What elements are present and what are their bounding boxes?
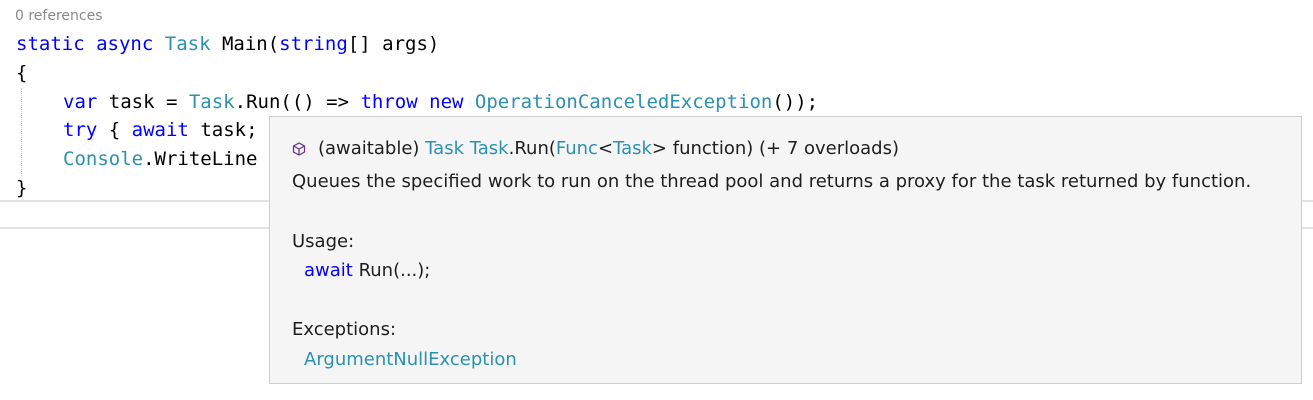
type-console[interactable]: Console xyxy=(63,148,143,170)
method-name: Main( xyxy=(221,33,280,55)
sig-prefix: (awaitable) xyxy=(318,138,420,159)
codelens-references[interactable]: 0 references xyxy=(15,8,103,24)
usage-heading: Usage: xyxy=(292,231,355,252)
tooltip-description: Queues the specified work to run on the … xyxy=(292,171,1252,192)
code-line-open-brace[interactable]: { xyxy=(16,59,27,88)
code-text: ()); xyxy=(772,91,819,113)
open-brace: { xyxy=(16,62,28,84)
sig-param-type[interactable]: Func xyxy=(556,138,598,159)
sig-lt: < xyxy=(597,138,614,159)
keyword-await: await xyxy=(131,119,189,141)
code-text: .Run(() => xyxy=(234,91,361,113)
usage-keyword-await: await xyxy=(304,260,353,281)
keyword-new: new xyxy=(429,91,464,113)
code-text: task = xyxy=(108,91,189,113)
tooltip-signature: (awaitable) Task Task.Run(Func<Task> fun… xyxy=(292,138,899,159)
code-line-close-brace[interactable]: } xyxy=(16,174,27,203)
exceptions-heading: Exceptions: xyxy=(292,319,397,340)
close-brace: } xyxy=(16,177,28,199)
code-text: { xyxy=(108,119,132,141)
sig-param-generic[interactable]: Task xyxy=(613,138,652,159)
type-task: Task xyxy=(164,33,211,55)
code-line-console[interactable]: Console.WriteLine xyxy=(63,145,257,174)
type-task[interactable]: Task xyxy=(189,91,235,113)
params-tail: [] args) xyxy=(347,33,440,55)
keyword-try: try xyxy=(63,119,98,141)
sig-rest: > function) (+ 7 overloads) xyxy=(651,138,900,159)
code-text: task; xyxy=(200,119,258,141)
indent-guide xyxy=(21,88,22,176)
quickinfo-tooltip: (awaitable) Task Task.Run(Func<Task> fun… xyxy=(269,116,1302,384)
type-operation-canceled-exception[interactable]: OperationCanceledException xyxy=(475,91,772,113)
keyword-async: async xyxy=(96,33,154,55)
keyword-string: string xyxy=(279,33,348,55)
sig-class[interactable]: Task xyxy=(470,138,509,159)
code-line-method-signature[interactable]: static async Task Main(string[] args) xyxy=(16,30,439,59)
code-text: .WriteLine xyxy=(143,148,258,170)
keyword-static: static xyxy=(16,33,85,55)
sig-method: .Run( xyxy=(508,138,556,159)
usage-call: Run(...); xyxy=(358,260,431,281)
usage-code: await Run(...); xyxy=(304,260,430,281)
method-cube-icon xyxy=(292,140,306,156)
code-line-try[interactable]: try { await task; xyxy=(63,116,258,145)
code-line-task-run[interactable]: var task = Task.Run(() => throw new Oper… xyxy=(63,88,818,117)
keyword-throw: throw xyxy=(360,91,418,113)
sig-return-type[interactable]: Task xyxy=(425,138,464,159)
exception-link[interactable]: ArgumentNullException xyxy=(304,349,517,370)
keyword-var: var xyxy=(63,91,98,113)
